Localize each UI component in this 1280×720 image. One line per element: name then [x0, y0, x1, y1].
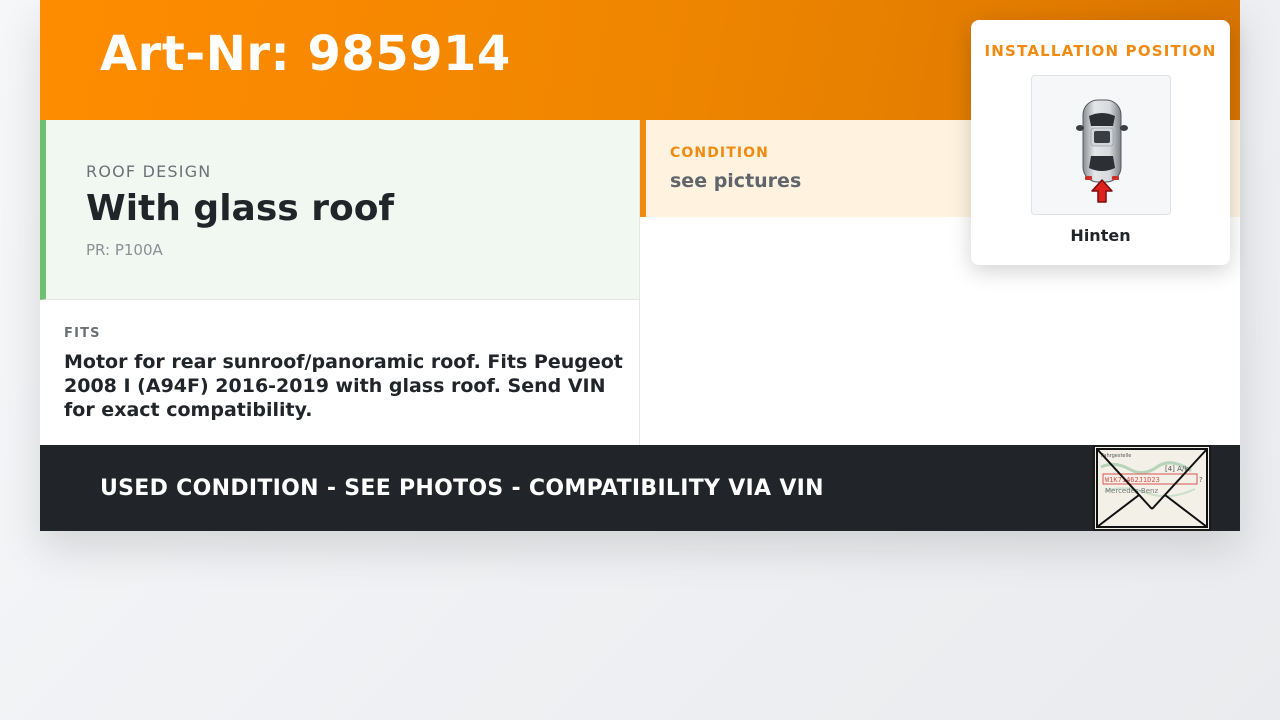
condition-value: see pictures: [670, 170, 802, 192]
roof-design-label: ROOF DESIGN: [86, 162, 212, 181]
installation-position-card: INSTALLATION POSITION Hinten: [971, 20, 1230, 265]
vin-document-envelope-icon[interactable]: Fahrgestelle [4] A/k W1K71462J1D23 ? Mer…: [1093, 445, 1211, 531]
footer-banner-text: USED CONDITION - SEE PHOTOS - COMPATIBIL…: [100, 476, 824, 501]
fits-label: FITS: [64, 326, 101, 341]
car-top-view-rear-arrow-icon: [1076, 99, 1128, 203]
vin-document-envelope-icon-svg: Fahrgestelle [4] A/k W1K71462J1D23 ? Mer…: [1095, 447, 1209, 529]
svg-text:?: ?: [1199, 476, 1203, 484]
roof-design-panel: ROOF DESIGN With glass roof PR: P100A: [40, 120, 640, 300]
installation-position-value: Hinten: [1070, 226, 1131, 245]
article-number: Art-Nr: 985914: [100, 26, 511, 82]
svg-text:W1K71462J1D23: W1K71462J1D23: [1105, 476, 1160, 484]
condition-label: CONDITION: [670, 145, 769, 161]
fits-panel: FITS Motor for rear sunroof/panoramic ro…: [40, 300, 640, 445]
footer-banner: USED CONDITION - SEE PHOTOS - COMPATIBIL…: [40, 445, 1240, 531]
pr-code: PR: P100A: [86, 241, 163, 259]
installation-diagram: [1031, 75, 1171, 215]
roof-design-value: With glass roof: [86, 188, 395, 229]
installation-position-title: INSTALLATION POSITION: [984, 42, 1217, 60]
fits-description: Motor for rear sunroof/panoramic roof. F…: [64, 351, 623, 421]
